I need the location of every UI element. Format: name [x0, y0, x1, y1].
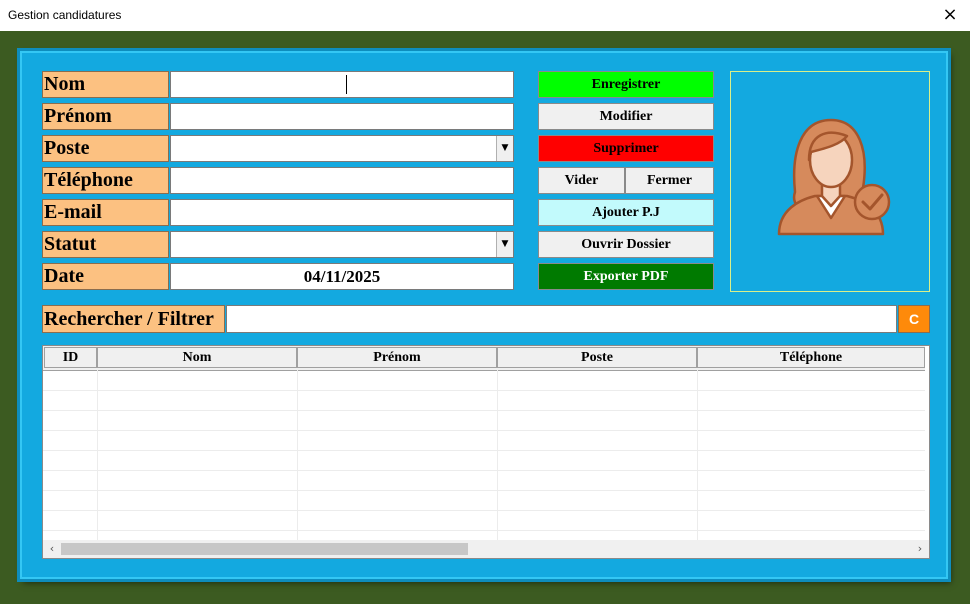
grid-line: [43, 530, 925, 531]
user-verified-icon: [777, 118, 891, 236]
ouvrir-dossier-button[interactable]: Ouvrir Dossier: [538, 231, 714, 258]
enregistrer-button[interactable]: Enregistrer: [538, 71, 714, 98]
label-date: Date: [42, 263, 169, 290]
fermer-button[interactable]: Fermer: [625, 167, 714, 194]
scroll-left-icon[interactable]: ‹: [45, 540, 59, 558]
horizontal-scrollbar[interactable]: ‹ ›: [43, 540, 929, 558]
label-email: E-mail: [42, 199, 169, 226]
scrollbar-thumb[interactable]: [61, 543, 468, 555]
grid-line: [97, 370, 98, 540]
label-poste: Poste: [42, 135, 169, 162]
candidate-photo[interactable]: [730, 71, 930, 292]
column-header-poste[interactable]: Poste: [497, 347, 697, 368]
grid-line: [43, 430, 925, 431]
prenom-input[interactable]: [170, 103, 514, 130]
ajouter-pj-button[interactable]: Ajouter P.J: [538, 199, 714, 226]
close-icon[interactable]: ×: [938, 4, 962, 26]
text-caret: [346, 75, 347, 94]
column-header-id[interactable]: ID: [44, 347, 97, 368]
label-prenom: Prénom: [42, 103, 169, 130]
grid-line: [43, 510, 925, 511]
chevron-down-icon[interactable]: ▼: [496, 232, 513, 257]
chevron-down-icon[interactable]: ▼: [496, 136, 513, 161]
email-input[interactable]: [170, 199, 514, 226]
telephone-input[interactable]: [170, 167, 514, 194]
statut-combo[interactable]: ▼: [170, 231, 514, 258]
label-statut: Statut: [42, 231, 169, 258]
grid-line: [43, 490, 925, 491]
column-header-prenom[interactable]: Prénom: [297, 347, 497, 368]
poste-combo[interactable]: ▼: [170, 135, 514, 162]
label-telephone: Téléphone: [42, 167, 169, 194]
window-body: Nom Prénom Poste ▼ Téléphone E-mail Stat…: [0, 31, 970, 604]
grid-line: [43, 410, 925, 411]
scroll-right-icon[interactable]: ›: [913, 540, 927, 558]
window-title: Gestion candidatures: [8, 8, 122, 22]
table-header: ID Nom Prénom Poste Téléphone: [43, 346, 925, 371]
grid-line: [43, 470, 925, 471]
candidates-table[interactable]: ID Nom Prénom Poste Téléphone ‹ ›: [42, 345, 930, 559]
modifier-button[interactable]: Modifier: [538, 103, 714, 130]
search-label: Rechercher / Filtrer: [42, 305, 225, 333]
title-bar: Gestion candidatures ×: [0, 0, 970, 32]
grid-line: [43, 450, 925, 451]
grid-line: [43, 390, 925, 391]
exporter-pdf-button[interactable]: Exporter PDF: [538, 263, 714, 290]
column-header-telephone[interactable]: Téléphone: [697, 347, 925, 368]
nom-input[interactable]: [170, 71, 514, 98]
search-input[interactable]: [226, 305, 897, 333]
grid-line: [297, 370, 298, 540]
supprimer-button[interactable]: Supprimer: [538, 135, 714, 162]
date-input[interactable]: 04/11/2025: [170, 263, 514, 290]
date-value: 04/11/2025: [303, 267, 381, 286]
clear-search-button[interactable]: C: [898, 305, 930, 333]
label-nom: Nom: [42, 71, 169, 98]
vider-button[interactable]: Vider: [538, 167, 625, 194]
main-panel: Nom Prénom Poste ▼ Téléphone E-mail Stat…: [20, 51, 948, 579]
grid-line: [697, 370, 698, 540]
grid-line: [497, 370, 498, 540]
column-header-nom[interactable]: Nom: [97, 347, 297, 368]
